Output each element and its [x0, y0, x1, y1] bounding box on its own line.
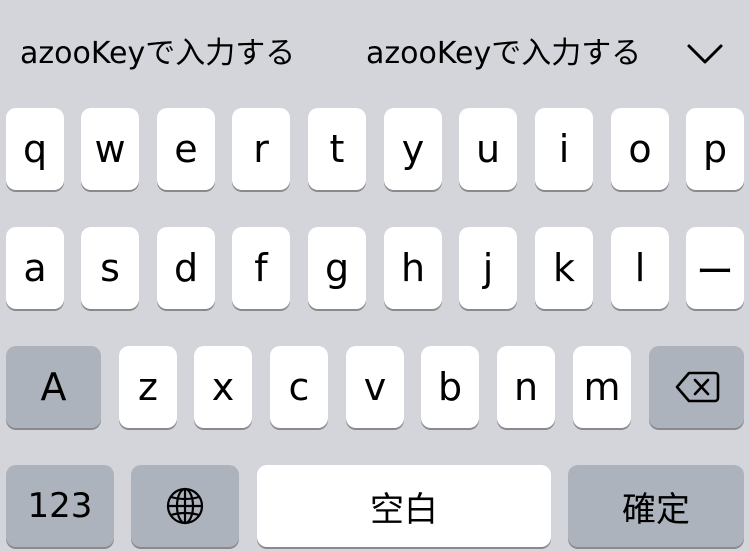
- key-g[interactable]: g: [308, 227, 366, 309]
- keyboard: azooKeyで入力する azooKeyで入力する q w e r t y u …: [0, 0, 750, 552]
- globe-icon: [165, 486, 205, 526]
- key-u[interactable]: u: [459, 108, 517, 190]
- key-p[interactable]: p: [686, 108, 744, 190]
- key-e[interactable]: e: [157, 108, 215, 190]
- globe-key[interactable]: [131, 465, 239, 547]
- key-m[interactable]: m: [573, 346, 631, 428]
- candidate-bar: azooKeyで入力する azooKeyで入力する: [0, 0, 750, 104]
- key-n[interactable]: n: [497, 346, 555, 428]
- delete-key[interactable]: [649, 346, 744, 428]
- shift-key[interactable]: A: [6, 346, 101, 428]
- key-s[interactable]: s: [81, 227, 139, 309]
- numbers-key[interactable]: 123: [6, 465, 114, 547]
- backspace-icon: [674, 370, 720, 404]
- candidate-item[interactable]: azooKeyで入力する: [366, 30, 641, 78]
- key-q[interactable]: q: [6, 108, 64, 190]
- confirm-key[interactable]: 確定: [568, 465, 744, 547]
- key-j[interactable]: j: [459, 227, 517, 309]
- key-t[interactable]: t: [308, 108, 366, 190]
- candidate-item[interactable]: azooKeyで入力する: [20, 30, 295, 78]
- key-y[interactable]: y: [384, 108, 442, 190]
- key-o[interactable]: o: [611, 108, 669, 190]
- key-c[interactable]: c: [270, 346, 328, 428]
- key-f[interactable]: f: [232, 227, 290, 309]
- chevron-down-icon[interactable]: [684, 34, 726, 74]
- key-k[interactable]: k: [535, 227, 593, 309]
- key-x[interactable]: x: [194, 346, 252, 428]
- key-b[interactable]: b: [421, 346, 479, 428]
- key-r[interactable]: r: [232, 108, 290, 190]
- key-l[interactable]: l: [611, 227, 669, 309]
- space-key[interactable]: 空白: [257, 465, 551, 547]
- key-v[interactable]: v: [346, 346, 404, 428]
- key-w[interactable]: w: [81, 108, 139, 190]
- key-i[interactable]: i: [535, 108, 593, 190]
- key-long-vowel[interactable]: ー: [686, 227, 744, 309]
- key-h[interactable]: h: [384, 227, 442, 309]
- key-d[interactable]: d: [157, 227, 215, 309]
- key-z[interactable]: z: [119, 346, 177, 428]
- key-a[interactable]: a: [6, 227, 64, 309]
